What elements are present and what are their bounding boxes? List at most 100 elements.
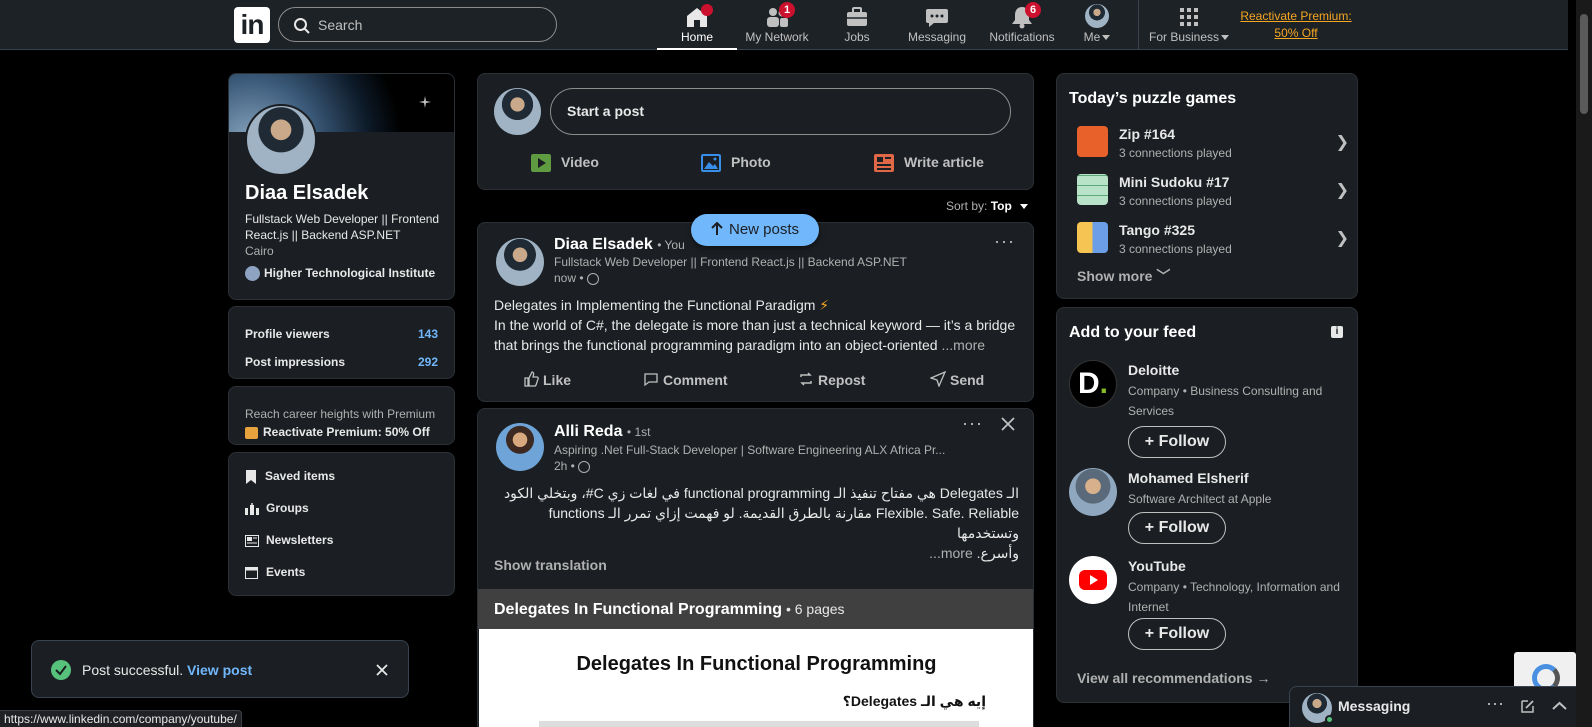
stat-impressions-value[interactable]: 292: [418, 355, 438, 369]
view-all-recommendations-link[interactable]: View all recommendations →: [1077, 670, 1270, 686]
scrollbar-thumb[interactable]: [1580, 14, 1588, 114]
post-author-headline: Fullstack Web Developer || Frontend Reac…: [554, 255, 907, 269]
rec-desc: Software Architect at Apple: [1128, 492, 1272, 506]
stat-impressions-label[interactable]: Post impressions: [245, 355, 345, 369]
newsletters-label: Newsletters: [266, 533, 334, 547]
chevron-right-icon: ❯: [1335, 230, 1349, 247]
person-avatar[interactable]: [1069, 468, 1117, 516]
nav-jobs[interactable]: Jobs: [817, 0, 897, 50]
post-author-avatar[interactable]: [496, 238, 544, 286]
post-author[interactable]: Alli Reda • 1st: [554, 423, 650, 441]
close-icon[interactable]: [1001, 417, 1015, 431]
arrow-up-icon: [711, 221, 723, 235]
post-see-more[interactable]: ...more: [929, 545, 973, 561]
saved-items-link[interactable]: Saved items: [245, 469, 335, 484]
stat-viewers-value[interactable]: 143: [418, 327, 438, 341]
saved-items-label: Saved items: [265, 469, 336, 483]
premium-cta[interactable]: Reactivate Premium: 50% Off: [245, 425, 430, 439]
games-show-more[interactable]: Show more ﹀: [1077, 266, 1170, 286]
post-author[interactable]: Diaa Elsadek • You: [554, 236, 685, 254]
info-icon[interactable]: i: [1331, 326, 1343, 338]
game-sub: 3 connections played: [1119, 146, 1232, 160]
game-mini-sudoku[interactable]: Mini Sudoku #17 3 connections played ❯: [1077, 170, 1349, 210]
nav-business-label: For Business: [1139, 30, 1239, 44]
search-box[interactable]: [278, 7, 557, 42]
game-zip[interactable]: Zip #164 3 connections played ❯: [1077, 122, 1349, 162]
view-post-link[interactable]: View post: [187, 662, 252, 678]
premium-card[interactable]: Reach career heights with Premium Reacti…: [228, 386, 455, 445]
notifications-badge: 6: [1025, 2, 1041, 18]
like-button[interactable]: Like: [523, 371, 571, 388]
game-sub: 3 connections played: [1119, 194, 1232, 208]
rec-name[interactable]: Mohamed Elsherif: [1128, 470, 1249, 486]
games-title: Today’s puzzle games: [1069, 90, 1237, 107]
calendar-icon: [245, 567, 258, 580]
nav-notifications[interactable]: 6 Notifications: [977, 0, 1067, 50]
rec-name[interactable]: Deloitte: [1128, 362, 1179, 378]
profile-avatar[interactable]: [245, 104, 317, 176]
compose-icon[interactable]: [1520, 699, 1535, 714]
game-tango[interactable]: Tango #325 3 connections played ❯: [1077, 218, 1349, 258]
post-author-avatar[interactable]: [496, 423, 544, 471]
messaging-more-icon[interactable]: ···: [1486, 693, 1504, 714]
nav-my-network[interactable]: 1 My Network: [737, 0, 817, 50]
youtube-logo-icon[interactable]: [1069, 556, 1117, 604]
composer-avatar[interactable]: [494, 88, 541, 135]
post-see-more[interactable]: ...more: [941, 337, 985, 353]
follow-button[interactable]: + Follow: [1128, 512, 1226, 544]
repost-button[interactable]: Repost: [798, 371, 865, 388]
post-more-icon[interactable]: ···: [962, 413, 983, 434]
show-translation-link[interactable]: Show translation: [494, 557, 607, 573]
nav-me[interactable]: Me: [1067, 0, 1127, 50]
comment-button[interactable]: Comment: [643, 371, 728, 388]
document-header[interactable]: Delegates In Functional Programming • 6 …: [478, 589, 1033, 629]
groups-link[interactable]: Groups: [245, 501, 309, 515]
messaging-overlay[interactable]: Messaging ···: [1289, 686, 1591, 727]
thumbs-up-icon: [524, 371, 539, 387]
follow-button[interactable]: + Follow: [1128, 426, 1226, 458]
send-button[interactable]: Send: [929, 370, 984, 388]
newsletters-link[interactable]: Newsletters: [245, 533, 333, 547]
deloitte-logo-icon[interactable]: D.: [1069, 360, 1117, 408]
nav-messaging[interactable]: Messaging: [897, 0, 977, 50]
like-label: Like: [543, 372, 572, 388]
nav-for-business[interactable]: For Business: [1139, 0, 1239, 50]
new-posts-button[interactable]: New posts: [691, 214, 819, 246]
events-link[interactable]: Events: [245, 565, 305, 580]
sort-label: Sort by:: [946, 199, 988, 213]
business-label-text: For Business: [1148, 30, 1220, 44]
reactivate-premium-link[interactable]: Reactivate Premium: 50% Off: [1236, 8, 1356, 42]
article-icon: [874, 154, 894, 173]
stat-viewers-label[interactable]: Profile viewers: [245, 327, 330, 341]
sudoku-game-icon: [1077, 174, 1108, 205]
game-name: Mini Sudoku #17: [1119, 174, 1230, 190]
video-button[interactable]: Video: [531, 152, 599, 180]
profile-school[interactable]: Higher Technological Institute: [245, 266, 435, 282]
follow-button[interactable]: + Follow: [1128, 618, 1226, 650]
nav-jobs-label: Jobs: [844, 30, 870, 44]
plus-icon: +: [1144, 625, 1155, 642]
document-preview[interactable]: Delegates In Functional Programming إيه …: [479, 629, 1033, 727]
chevron-right-icon: ❯: [1335, 134, 1349, 151]
photo-label: Photo: [731, 154, 771, 170]
send-icon: [929, 370, 947, 388]
start-post-input[interactable]: Start a post: [550, 88, 1011, 135]
document-title: Delegates In Functional Programming: [494, 601, 783, 618]
search-input[interactable]: [318, 14, 548, 36]
write-article-button[interactable]: Write article: [874, 152, 984, 180]
follow-label: Follow: [1158, 519, 1210, 536]
linkedin-logo-icon[interactable]: in: [234, 7, 270, 43]
sort-control[interactable]: Sort by: Top: [946, 199, 1029, 213]
post-more-icon[interactable]: ···: [994, 231, 1015, 252]
feed-recommendation: YouTube Company • Technology, Informatio…: [1069, 556, 1357, 656]
video-icon: [531, 154, 551, 173]
profile-name[interactable]: Diaa Elsadek: [245, 182, 368, 205]
nav-home[interactable]: Home: [657, 0, 737, 50]
post-author-name: Alli Reda: [554, 423, 623, 440]
chevron-up-icon[interactable]: [1552, 701, 1567, 711]
photo-button[interactable]: Photo: [701, 152, 771, 180]
page-scrollbar[interactable]: [1576, 0, 1592, 727]
view-all-label: View all recommendations: [1077, 670, 1253, 686]
rec-name[interactable]: YouTube: [1128, 558, 1186, 574]
close-icon[interactable]: [376, 664, 388, 676]
